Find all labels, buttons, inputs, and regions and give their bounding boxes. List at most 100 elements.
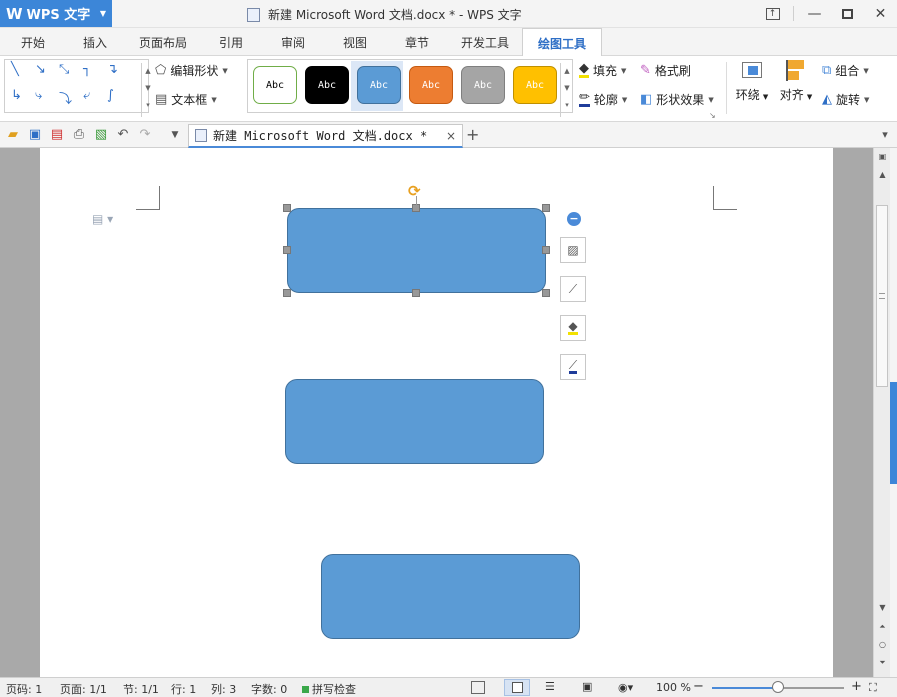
- double-arrow-icon[interactable]: ⤡: [59, 62, 69, 77]
- redo-icon[interactable]: ↷: [137, 127, 153, 143]
- rotate-handle-icon[interactable]: ⟳: [408, 182, 421, 200]
- resize-handle[interactable]: [283, 204, 291, 212]
- restore-ribbon-button[interactable]: ↑: [756, 0, 789, 27]
- minimize-button[interactable]: —: [798, 0, 831, 27]
- outline-view-icon[interactable]: ☰: [545, 681, 559, 694]
- eye-protection-icon[interactable]: ◉▾: [618, 681, 640, 694]
- shape-fill-tool-button[interactable]: ◆: [560, 315, 586, 341]
- tab-references[interactable]: 引用: [206, 28, 256, 56]
- tab-page-layout[interactable]: 页面布局: [132, 28, 194, 56]
- elbow-double-arrow-icon[interactable]: ↳: [11, 88, 22, 103]
- curved-double-arrow-icon[interactable]: ⤶: [83, 88, 90, 103]
- fill-button[interactable]: ◆ 填充 ▼: [579, 62, 626, 79]
- format-painter-button[interactable]: ✎ 格式刷: [640, 62, 691, 79]
- scroll-down-icon[interactable]: ▼: [874, 603, 891, 612]
- new-tab-button[interactable]: +: [466, 125, 479, 144]
- window-title: 新建 Microsoft Word 文档.docx * - WPS 文字: [247, 6, 522, 23]
- browse-object-icon[interactable]: ○: [874, 640, 891, 649]
- scroll-up-icon[interactable]: ▲: [874, 170, 891, 179]
- status-page: 页码: 1: [6, 683, 43, 696]
- wrap-text-button[interactable]: 环绕 ▼: [732, 60, 772, 103]
- elbow-connector-icon[interactable]: ┐: [83, 62, 91, 77]
- maximize-button[interactable]: [831, 0, 864, 27]
- shape-style-6[interactable]: Abc: [513, 66, 557, 104]
- line-shape-icon[interactable]: ╲: [11, 62, 19, 77]
- curved-arrow-icon[interactable]: ⤵: [59, 88, 72, 107]
- shape-style-4[interactable]: Abc: [409, 66, 453, 104]
- rotate-button[interactable]: ◭ 旋转 ▼: [822, 91, 869, 108]
- app-menu-button[interactable]: W WPS 文字 ▼: [0, 0, 112, 27]
- next-page-icon[interactable]: ⏷: [874, 658, 891, 668]
- format-painter-icon: ✎: [640, 63, 651, 78]
- vertical-scrollbar[interactable]: ▣ ▲ ▼ ⏶ ○ ⏷: [873, 148, 890, 677]
- group-button[interactable]: ⧉ 组合 ▼: [822, 62, 869, 79]
- shape-outline-tool-button[interactable]: ⟋: [560, 276, 586, 302]
- chevron-down-icon: ▼: [864, 95, 870, 104]
- tab-section[interactable]: 章节: [392, 28, 442, 56]
- resize-handle[interactable]: [412, 204, 420, 212]
- window-controls: ↑ — ✕: [756, 0, 897, 27]
- tab-home[interactable]: 开始: [8, 28, 58, 56]
- dialog-launcher-icon[interactable]: ↘: [709, 111, 716, 120]
- maximize-icon: [842, 8, 853, 19]
- tab-view[interactable]: 视图: [330, 28, 380, 56]
- page-view-button[interactable]: [504, 679, 530, 696]
- shape-style-2[interactable]: Abc: [305, 66, 349, 104]
- styles-gallery-scroll[interactable]: ▲ ▼ ▾: [560, 63, 573, 117]
- elbow-arrow-icon[interactable]: ↴: [107, 62, 118, 77]
- resize-handle[interactable]: [542, 246, 550, 254]
- resize-handle[interactable]: [412, 289, 420, 297]
- shape-style-1[interactable]: Abc: [253, 66, 297, 104]
- line-color-tool-button[interactable]: ⟋: [560, 354, 586, 380]
- side-panel-toggle[interactable]: [890, 382, 897, 484]
- export-pdf-icon[interactable]: ▤: [49, 127, 65, 143]
- previous-page-icon[interactable]: ⏶: [874, 622, 891, 632]
- resize-handle[interactable]: [542, 204, 550, 212]
- shape-style-5[interactable]: Abc: [461, 66, 505, 104]
- edit-shape-button[interactable]: ⬠ 编辑形状 ▼: [155, 62, 228, 79]
- tab-review[interactable]: 审阅: [268, 28, 318, 56]
- arrow-line-icon[interactable]: ↘: [35, 62, 46, 77]
- document-page[interactable]: ▤ ▾ ⟳ − ▨ ⟋ ◆ ⟋: [40, 148, 833, 677]
- freeform-curve-icon[interactable]: ∫: [107, 88, 114, 103]
- outline-button[interactable]: ✏ 轮廓 ▼: [579, 91, 627, 108]
- rounded-rectangle-shape-2[interactable]: [285, 379, 544, 464]
- collapse-toolbar-icon[interactable]: −: [567, 212, 581, 226]
- shape-style-3[interactable]: Abc: [357, 66, 401, 104]
- layout-options-button[interactable]: ▨: [560, 237, 586, 263]
- paragraph-layout-icon[interactable]: ▤ ▾: [92, 212, 113, 226]
- tab-insert[interactable]: 插入: [70, 28, 120, 56]
- zoom-level[interactable]: 100 %: [656, 681, 691, 694]
- rounded-rectangle-shape-3[interactable]: [321, 554, 580, 639]
- open-folder-icon[interactable]: ▰: [5, 127, 21, 143]
- shape-gallery-scroll[interactable]: ▲ ▼ ▾: [141, 63, 154, 117]
- web-layout-view-icon[interactable]: ▣: [582, 681, 596, 694]
- tab-developer[interactable]: 开发工具: [454, 28, 516, 56]
- zoom-out-icon[interactable]: −: [693, 679, 704, 694]
- undo-icon[interactable]: ↶: [115, 127, 131, 143]
- panel-menu-icon[interactable]: ▾: [877, 127, 893, 143]
- print-icon[interactable]: ⎙: [71, 127, 87, 143]
- text-box-button[interactable]: ▤ 文本框 ▼: [155, 91, 217, 108]
- pane-split-icon[interactable]: ▣: [874, 152, 891, 161]
- status-word-count[interactable]: 字数: 0: [251, 681, 287, 697]
- zoom-slider-knob[interactable]: [772, 681, 784, 693]
- document-tab[interactable]: 新建 Microsoft Word 文档.docx * ×: [188, 124, 463, 148]
- close-button[interactable]: ✕: [864, 0, 897, 27]
- print-preview-icon[interactable]: ▧: [93, 127, 109, 143]
- tab-drawing-tools[interactable]: 绘图工具: [522, 28, 602, 57]
- close-tab-icon[interactable]: ×: [446, 129, 456, 143]
- full-screen-view-icon[interactable]: [471, 681, 485, 694]
- zoom-in-icon[interactable]: +: [851, 679, 862, 694]
- shape-effects-button[interactable]: ◧ 形状效果 ▼: [640, 91, 714, 108]
- qat-customize-icon[interactable]: ▼: [167, 127, 183, 143]
- align-button[interactable]: 对齐 ▼: [776, 60, 816, 103]
- spell-check-toggle[interactable]: 拼写检查: [302, 681, 356, 697]
- save-icon[interactable]: ▣: [27, 127, 43, 143]
- curved-connector-icon[interactable]: ⤷: [35, 88, 42, 103]
- resize-handle[interactable]: [283, 289, 291, 297]
- rounded-rectangle-shape-1[interactable]: [287, 208, 546, 293]
- fit-page-icon[interactable]: ⛶: [869, 681, 877, 695]
- resize-handle[interactable]: [542, 289, 550, 297]
- resize-handle[interactable]: [283, 246, 291, 254]
